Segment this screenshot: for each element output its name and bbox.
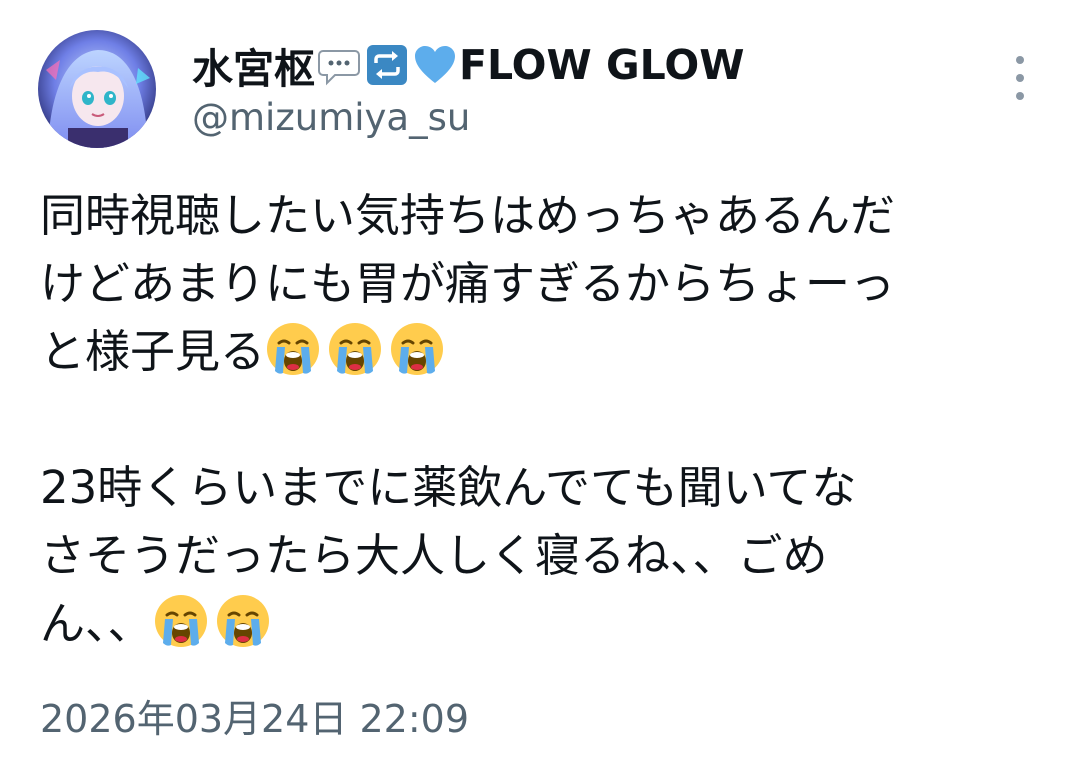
blue-heart-icon [413,43,457,87]
display-name-suffix: FLOW GLOW [459,41,745,89]
more-vertical-icon-dot [1016,74,1024,82]
more-vertical-icon [1016,56,1024,64]
more-vertical-icon-dot [1016,92,1024,100]
tweet-line-text: ん、、 [40,597,153,650]
user-handle[interactable]: @mizumiya_su [192,96,744,139]
tweet-line: 23時くらいまでに薬飲んでても聞いてな [40,461,857,514]
tweet-line: けどあまりにも胃が痛すぎるからちょーっ [40,257,896,310]
loudly-crying-face-icon [265,321,321,377]
avatar[interactable] [38,30,156,148]
tweet-text: 同時視聴したい気持ちはめっちゃあるんだ けどあまりにも胃が痛すぎるからちょーっ … [40,182,1040,658]
tweet-line-text: と様子見る [40,325,266,378]
tweet-line: ん、、 [40,590,1040,658]
tweet-line: さそうだったら大人しく寝るね、、ごめ [40,529,828,582]
more-options-button[interactable] [1006,56,1034,100]
display-name-text: 水宮枢 [192,45,315,93]
tweet-timestamp[interactable]: 2026年03月24日 22:09 [40,688,469,743]
tweet-card: 水宮枢 FLOW GLOW @mizumiya_su 同時視聴したい気持ちはめっ… [0,0,1080,774]
speech-bubble-icon [317,43,361,87]
tweet-line: 同時視聴したい気持ちはめっちゃあるんだ [40,189,896,242]
loudly-crying-face-icon [389,321,445,377]
repeat-icon [365,43,409,87]
tweet-line: と様子見る [40,318,1040,386]
author-block: 水宮枢 FLOW GLOW @mizumiya_su [192,38,744,139]
loudly-crying-face-icon [327,321,383,377]
display-name[interactable]: 水宮枢 FLOW GLOW [192,38,745,93]
loudly-crying-face-icon [215,593,271,649]
loudly-crying-face-icon [153,593,209,649]
